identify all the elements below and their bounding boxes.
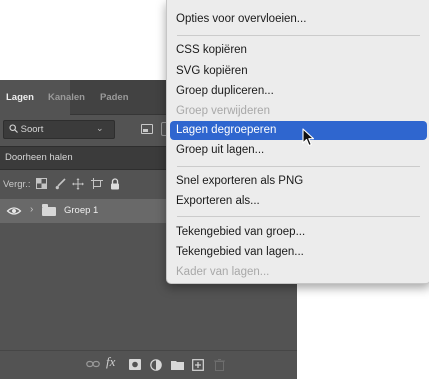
new-layer-icon[interactable] bbox=[192, 359, 204, 375]
menu-item-artboard-from-layers[interactable]: Tekengebied van lagen... bbox=[170, 243, 427, 262]
layers-bottom-bar: fx bbox=[0, 350, 297, 379]
fx-icon[interactable]: fx bbox=[106, 355, 115, 368]
menu-item-duplicate-group[interactable]: Groep dupliceren... bbox=[170, 82, 427, 101]
menu-item-copy-css[interactable]: CSS kopiëren bbox=[170, 41, 427, 60]
menu-item-frame-from-layers: Kader van lagen... bbox=[176, 266, 270, 278]
tab-kanalen[interactable]: Kanalen bbox=[48, 92, 85, 103]
lock-icon[interactable] bbox=[110, 178, 120, 191]
filter-kind-select[interactable]: Soort ⌄ bbox=[3, 120, 115, 139]
new-group-icon[interactable] bbox=[171, 359, 184, 374]
context-menu: Opties voor overvloeien... CSS kopiëren … bbox=[166, 0, 429, 284]
adjustment-icon[interactable] bbox=[150, 359, 162, 375]
eye-icon[interactable] bbox=[6, 203, 22, 219]
mouse-cursor-icon bbox=[302, 128, 315, 147]
mask-icon[interactable] bbox=[129, 359, 141, 374]
lock-transparent-icon[interactable] bbox=[36, 178, 47, 191]
menu-separator bbox=[177, 35, 420, 36]
menu-item-copy-svg[interactable]: SVG kopiëren bbox=[170, 62, 427, 81]
menu-separator bbox=[177, 216, 420, 217]
tab-lagen[interactable]: Lagen bbox=[0, 80, 44, 114]
link-icon[interactable] bbox=[86, 359, 100, 373]
brush-icon[interactable] bbox=[55, 178, 66, 191]
menu-separator bbox=[177, 166, 420, 167]
menu-item-delete-group: Groep verwijderen bbox=[176, 105, 270, 117]
tab-paden[interactable]: Paden bbox=[100, 92, 129, 103]
artboard-lock-icon[interactable] bbox=[91, 178, 103, 191]
chevron-right-icon[interactable]: › bbox=[30, 204, 33, 215]
menu-item-ungroup-layers[interactable]: Lagen degroeperen bbox=[170, 121, 427, 140]
layer-name: Groep 1 bbox=[64, 205, 99, 216]
menu-item-artboard-from-group[interactable]: Tekengebied van groep... bbox=[170, 223, 427, 242]
menu-item-blending-options[interactable]: Opties voor overvloeien... bbox=[170, 10, 427, 29]
menu-item-group-from-layers[interactable]: Groep uit lagen... bbox=[170, 141, 427, 160]
search-icon bbox=[9, 124, 18, 133]
filter-kind-label: Soort bbox=[20, 124, 44, 135]
image-filter-icon[interactable] bbox=[141, 124, 153, 134]
lock-label: Vergr.: bbox=[3, 179, 31, 190]
chevron-down-icon: ⌄ bbox=[96, 123, 104, 133]
trash-icon[interactable] bbox=[214, 359, 225, 375]
menu-item-export-as[interactable]: Exporteren als... bbox=[170, 192, 427, 211]
move-icon[interactable] bbox=[72, 178, 84, 191]
blend-mode-label: Doorheen halen bbox=[5, 152, 73, 163]
folder-icon bbox=[42, 204, 56, 216]
menu-item-quick-export-png[interactable]: Snel exporteren als PNG bbox=[170, 172, 427, 191]
